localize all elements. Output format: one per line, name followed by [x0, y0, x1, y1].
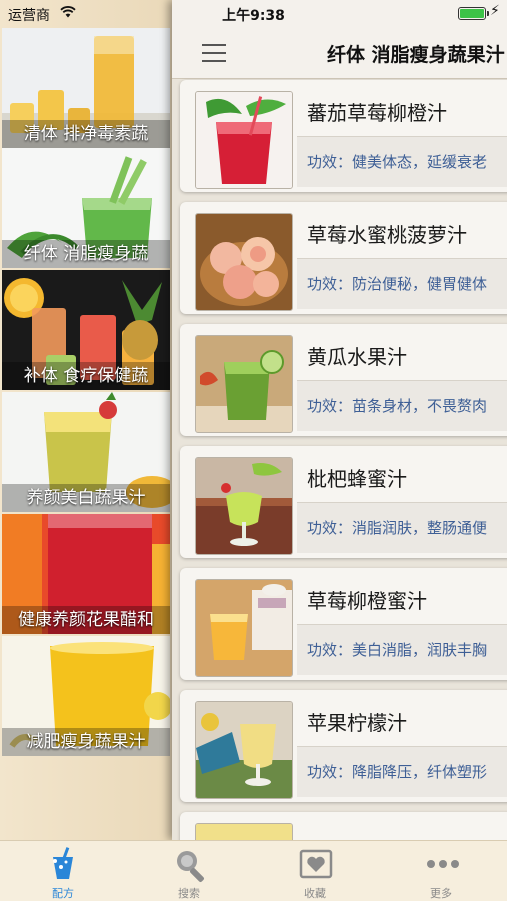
- recipe-thumbnail: [195, 213, 293, 311]
- recipe-card[interactable]: 苹果柠檬汁 功效：降脂降压，纤体塑形: [180, 690, 507, 802]
- recipe-effect-box: 功效：健美体态，延缓衰老: [297, 136, 507, 187]
- category-label: 清体 排净毒素蔬: [2, 120, 170, 148]
- recipe-panel: 纤体 消脂瘦身蔬果汁 蕃茄草莓柳橙汁 功效：健美体态，延缓衰老 草莓水蜜桃菠萝汁…: [172, 0, 507, 840]
- category-label: 减肥瘦身蔬果汁: [2, 728, 170, 756]
- tab-label: 配方: [52, 887, 74, 900]
- recipe-thumbnail: [195, 91, 293, 189]
- tab-recipes[interactable]: 配方: [0, 841, 126, 901]
- menu-icon[interactable]: [202, 44, 226, 62]
- recipe-card[interactable]: 枇杷蜂蜜汁 功效：消脂润肤，整肠通便: [180, 446, 507, 558]
- recipe-effect-box: 功效：消脂润肤，整肠通便: [297, 502, 507, 553]
- page-title: 纤体 消脂瘦身蔬果汁: [327, 44, 505, 66]
- status-bar: 运营商 上午9:38 ⚡: [0, 0, 507, 28]
- tab-more[interactable]: 更多: [378, 841, 504, 901]
- recipe-effect: 功效：防治便秘，健胃健体: [307, 275, 488, 293]
- tab-label: 收藏: [304, 887, 326, 900]
- category-item-beauty[interactable]: 养颜美白蔬果汁: [2, 392, 170, 512]
- recipe-effect: 功效：美白消脂，润肤丰胸: [307, 641, 488, 659]
- category-sidebar: 清体 排净毒素蔬 纤体 消脂瘦身蔬 补体 食疗保健蔬 养颜美白蔬果汁 健康养颜花…: [0, 0, 172, 840]
- tab-search[interactable]: 搜索: [126, 841, 252, 901]
- recipe-card[interactable]: 草莓柳橙蜜汁 功效：美白消脂，润肤丰胸: [180, 568, 507, 680]
- recipe-effect-box: 功效：防治便秘，健胃健体: [297, 258, 507, 309]
- status-time: 上午9:38: [222, 8, 285, 24]
- recipe-title: 黄瓜水果汁: [307, 345, 407, 369]
- tab-favorites[interactable]: 收藏: [252, 841, 378, 901]
- recipe-effect-box: 功效：降脂降压，纤体塑形: [297, 746, 507, 797]
- recipe-card[interactable]: 草莓水蜜桃菠萝汁 功效：防治便秘，健胃健体: [180, 202, 507, 314]
- more-dots-icon: [427, 860, 459, 868]
- category-label: 纤体 消脂瘦身蔬: [2, 240, 170, 268]
- recipe-title: 草莓水蜜桃菠萝汁: [307, 223, 467, 247]
- battery-icon: [458, 7, 489, 20]
- recipe-card[interactable]: 黄瓜水果汁 功效：苗条身材，不畏赘肉: [180, 324, 507, 436]
- recipe-thumbnail: [195, 701, 293, 799]
- search-icon: [177, 851, 204, 882]
- tab-label: 更多: [430, 887, 452, 900]
- recipe-title: 蕃茄草莓柳橙汁: [307, 101, 447, 125]
- tab-bar: 配方 搜索 收藏 更多: [0, 840, 507, 901]
- recipe-thumbnail: [195, 823, 293, 840]
- recipe-effect: 功效：降脂降压，纤体塑形: [307, 763, 488, 781]
- recipe-thumbnail: [195, 335, 293, 433]
- recipe-card[interactable]: 蕃茄草莓柳橙汁 功效：健美体态，延缓衰老: [180, 80, 507, 192]
- recipe-effect-box: 功效：苗条身材，不畏赘肉: [297, 380, 507, 431]
- recipe-card-partial[interactable]: [180, 812, 507, 840]
- favorites-heart-icon: [299, 849, 333, 879]
- charging-icon: ⚡: [490, 3, 500, 19]
- recipe-thumbnail: [195, 457, 293, 555]
- recipe-effect: 功效：健美体态，延缓衰老: [307, 153, 488, 171]
- recipe-effect: 功效：消脂润肤，整肠通便: [307, 519, 488, 537]
- tab-label: 搜索: [178, 887, 200, 900]
- recipe-thumbnail: [195, 579, 293, 677]
- category-label: 养颜美白蔬果汁: [2, 484, 170, 512]
- category-item-slimming[interactable]: 纤体 消脂瘦身蔬: [2, 148, 170, 268]
- recipe-effect: 功效：苗条身材，不畏赘肉: [307, 397, 488, 415]
- recipe-title: 枇杷蜂蜜汁: [307, 467, 407, 491]
- recipe-drink-icon: [53, 847, 73, 879]
- category-item-nourish[interactable]: 补体 食疗保健蔬: [2, 270, 170, 390]
- recipe-title: 苹果柠檬汁: [307, 711, 407, 735]
- category-item-vinegar[interactable]: 健康养颜花果醋和: [2, 514, 170, 634]
- category-item-cleanse[interactable]: 清体 排净毒素蔬: [2, 28, 170, 148]
- category-item-weight-loss[interactable]: 减肥瘦身蔬果汁: [2, 636, 170, 756]
- category-label: 健康养颜花果醋和: [2, 606, 170, 634]
- recipe-effect-box: 功效：美白消脂，润肤丰胸: [297, 624, 507, 675]
- recipe-title: 草莓柳橙蜜汁: [307, 589, 427, 613]
- category-label: 补体 食疗保健蔬: [2, 362, 170, 390]
